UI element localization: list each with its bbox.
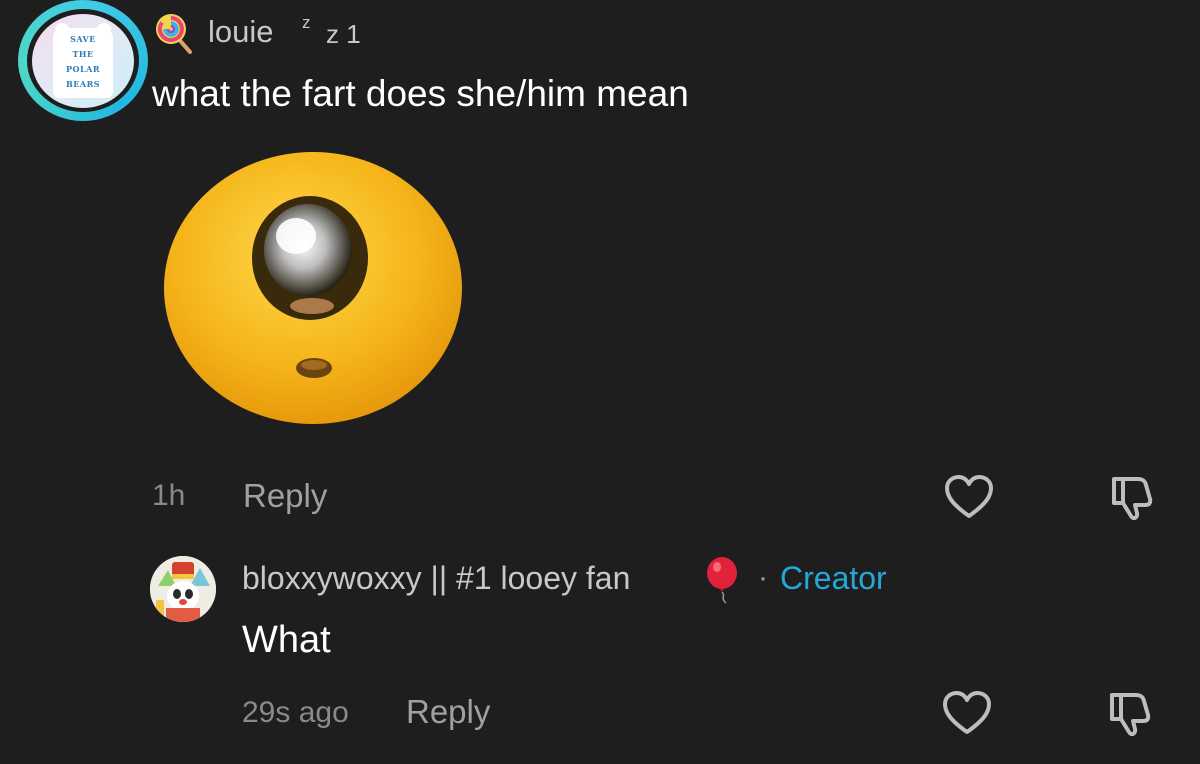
reply-reply-button[interactable]: Reply — [406, 692, 490, 732]
reply-like-heart-icon[interactable] — [942, 689, 992, 739]
reply-dislike-thumb-icon[interactable] — [1106, 689, 1156, 739]
creator-badge: Creator — [780, 560, 887, 596]
shocked-emoji-sticker[interactable] — [160, 146, 474, 428]
reply-timestamp: 29s ago — [242, 696, 349, 729]
avatar-text-line-4: BEARS — [66, 78, 100, 89]
avatar-text-line-1: SAVE — [70, 33, 96, 44]
clown-character-avatar-icon — [150, 556, 216, 622]
like-heart-icon[interactable] — [944, 473, 994, 523]
reply-username[interactable]: bloxxywoxxy || #1 looey fan — [242, 558, 630, 598]
avatar-inner-border: SAVE THE POLAR BEARS — [27, 9, 139, 112]
reply-button[interactable]: Reply — [243, 476, 327, 516]
avatar-image: SAVE THE POLAR BEARS — [32, 13, 134, 108]
reply-avatar[interactable] — [150, 556, 216, 622]
dislike-thumb-icon[interactable] — [1108, 473, 1158, 523]
avatar-text-line-2: THE — [72, 48, 94, 59]
username-suffix: z 1 — [326, 19, 361, 49]
commenter-username[interactable]: louie — [208, 12, 274, 52]
comment-timestamp: 1h — [152, 479, 186, 512]
lollipop-icon — [156, 14, 192, 54]
comment-text: what the fart does she/him mean — [152, 73, 689, 114]
avatar-text-line-3: POLAR — [66, 63, 100, 74]
polar-bear-sign: SAVE THE POLAR BEARS — [53, 27, 113, 98]
commenter-avatar[interactable]: SAVE THE POLAR BEARS — [18, 0, 148, 121]
balloon-icon — [707, 557, 737, 604]
reply-text: What — [242, 619, 331, 661]
username-small-z: z — [302, 13, 311, 32]
separator-dot: · — [758, 561, 768, 594]
